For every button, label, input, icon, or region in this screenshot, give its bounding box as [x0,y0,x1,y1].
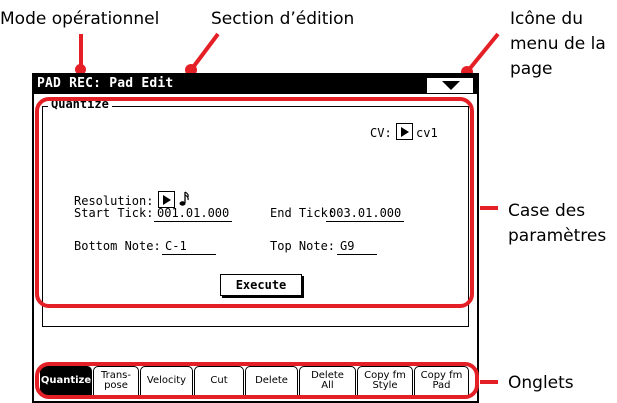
callout-menu-icon-1: Icône du [510,9,583,29]
callout-tabs-box [35,362,479,399]
tab-bar: Quantize Trans-pose Velocity Cut Delete … [0,73,617,401]
callout-line-section [185,32,220,76]
callout-section: Section d’édition [211,9,355,29]
callout-mode: Mode opérationnel [0,9,160,29]
callout-menu-icon-2: menu de la [510,34,606,54]
